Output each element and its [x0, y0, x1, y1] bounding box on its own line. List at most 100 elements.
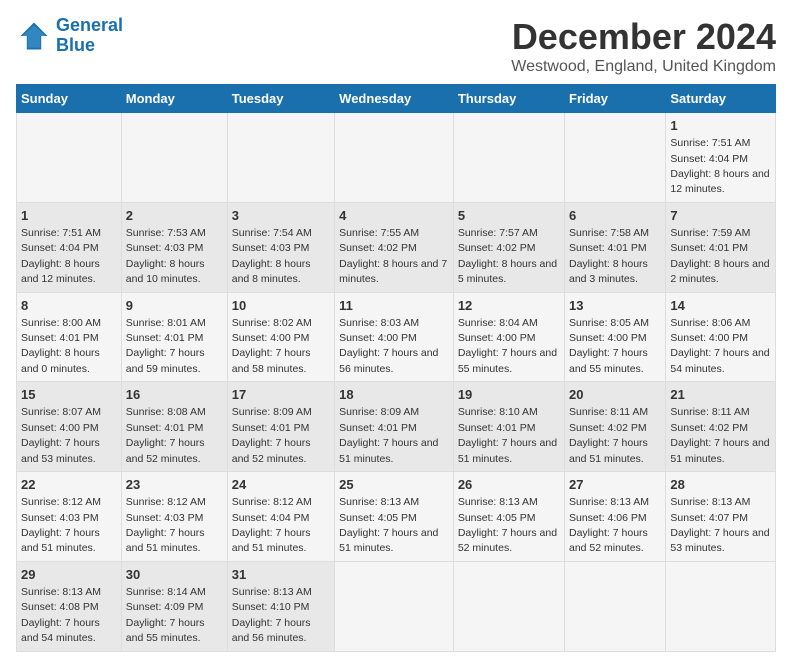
calendar-cell: 27Sunrise: 8:13 AMSunset: 4:06 PMDayligh…: [565, 472, 666, 562]
daylight: Daylight: 7 hours and 52 minutes.: [569, 527, 648, 554]
sunrise: Sunrise: 7:57 AM: [458, 227, 538, 239]
sunset: Sunset: 4:01 PM: [670, 242, 748, 254]
day-number: 1: [670, 117, 771, 135]
calendar-cell: 23Sunrise: 8:12 AMSunset: 4:03 PMDayligh…: [121, 472, 227, 562]
calendar-cell: 24Sunrise: 8:12 AMSunset: 4:04 PMDayligh…: [227, 472, 334, 562]
daylight: Daylight: 7 hours and 54 minutes.: [670, 347, 769, 374]
daylight: Daylight: 8 hours and 0 minutes.: [21, 347, 100, 374]
daylight: Daylight: 7 hours and 53 minutes.: [21, 437, 100, 464]
daylight: Daylight: 8 hours and 5 minutes.: [458, 258, 557, 285]
header-cell-saturday: Saturday: [666, 85, 776, 113]
header-cell-wednesday: Wednesday: [335, 85, 454, 113]
sunrise: Sunrise: 8:07 AM: [21, 406, 101, 418]
title-section: December 2024 Westwood, England, United …: [511, 16, 776, 76]
day-number: 5: [458, 207, 560, 225]
calendar-week-4: 22Sunrise: 8:12 AMSunset: 4:03 PMDayligh…: [17, 472, 776, 562]
day-number: 15: [21, 386, 117, 404]
day-number: 17: [232, 386, 330, 404]
daylight: Daylight: 7 hours and 51 minutes.: [670, 437, 769, 464]
header-cell-friday: Friday: [565, 85, 666, 113]
header-cell-monday: Monday: [121, 85, 227, 113]
logo-line2: Blue: [56, 35, 95, 55]
day-number: 1: [21, 207, 117, 225]
sunrise: Sunrise: 8:09 AM: [339, 406, 419, 418]
sunrise: Sunrise: 8:09 AM: [232, 406, 312, 418]
calendar-cell: 13Sunrise: 8:05 AMSunset: 4:00 PMDayligh…: [565, 292, 666, 382]
calendar-cell: 1Sunrise: 7:51 AMSunset: 4:04 PMDaylight…: [17, 202, 122, 292]
sunrise: Sunrise: 8:13 AM: [339, 496, 419, 508]
daylight: Daylight: 7 hours and 55 minutes.: [126, 617, 205, 644]
calendar-cell: [453, 113, 564, 203]
daylight: Daylight: 7 hours and 51 minutes.: [458, 437, 557, 464]
sunrise: Sunrise: 8:13 AM: [21, 586, 101, 598]
day-number: 21: [670, 386, 771, 404]
sunrise: Sunrise: 7:51 AM: [21, 227, 101, 239]
daylight: Daylight: 7 hours and 56 minutes.: [339, 347, 438, 374]
day-number: 7: [670, 207, 771, 225]
sunset: Sunset: 4:00 PM: [569, 332, 647, 344]
header: General Blue December 2024 Westwood, Eng…: [16, 16, 776, 76]
day-number: 4: [339, 207, 449, 225]
day-number: 26: [458, 476, 560, 494]
day-number: 18: [339, 386, 449, 404]
sunset: Sunset: 4:04 PM: [21, 242, 99, 254]
calendar-cell: 17Sunrise: 8:09 AMSunset: 4:01 PMDayligh…: [227, 382, 334, 472]
daylight: Daylight: 7 hours and 51 minutes.: [339, 437, 438, 464]
calendar-cell: 15Sunrise: 8:07 AMSunset: 4:00 PMDayligh…: [17, 382, 122, 472]
day-number: 29: [21, 566, 117, 584]
daylight: Daylight: 7 hours and 51 minutes.: [569, 437, 648, 464]
sunset: Sunset: 4:02 PM: [569, 422, 647, 434]
subtitle: Westwood, England, United Kingdom: [511, 58, 776, 76]
calendar-cell: 20Sunrise: 8:11 AMSunset: 4:02 PMDayligh…: [565, 382, 666, 472]
sunrise: Sunrise: 8:02 AM: [232, 317, 312, 329]
sunrise: Sunrise: 8:01 AM: [126, 317, 206, 329]
sunrise: Sunrise: 8:13 AM: [670, 496, 750, 508]
calendar-body: 1 Sunrise: 7:51 AM Sunset: 4:04 PM Daylight…: [17, 113, 776, 652]
day-number: 28: [670, 476, 771, 494]
sunset: Sunset: 4:01 PM: [339, 422, 417, 434]
logo: General Blue: [16, 16, 123, 56]
calendar-cell: 21Sunrise: 8:11 AMSunset: 4:02 PMDayligh…: [666, 382, 776, 472]
daylight: Daylight: 7 hours and 52 minutes.: [458, 527, 557, 554]
header-row: SundayMondayTuesdayWednesdayThursdayFrid…: [17, 85, 776, 113]
calendar-cell: 28Sunrise: 8:13 AMSunset: 4:07 PMDayligh…: [666, 472, 776, 562]
sunrise: Sunrise: 8:13 AM: [232, 586, 312, 598]
sunset: Sunset: 4:01 PM: [232, 422, 310, 434]
day-number: 30: [126, 566, 223, 584]
daylight: Daylight: 7 hours and 51 minutes.: [232, 527, 311, 554]
calendar-week-0: 1Sunrise: 7:51 AMSunset: 4:04 PMDaylight…: [17, 113, 776, 203]
sunrise: Sunrise: 7:54 AM: [232, 227, 312, 239]
header-cell-thursday: Thursday: [453, 85, 564, 113]
sunset: Sunset: 4:00 PM: [339, 332, 417, 344]
calendar-header: SundayMondayTuesdayWednesdayThursdayFrid…: [17, 85, 776, 113]
sunset: Sunset: 4:01 PM: [126, 332, 204, 344]
logo-text: General Blue: [56, 16, 123, 56]
daylight: Daylight: 8 hours and 8 minutes.: [232, 258, 311, 285]
daylight: Daylight: 8 hours and 2 minutes.: [670, 258, 769, 285]
daylight: Daylight: 7 hours and 56 minutes.: [232, 617, 311, 644]
header-cell-tuesday: Tuesday: [227, 85, 334, 113]
calendar-cell: 25Sunrise: 8:13 AMSunset: 4:05 PMDayligh…: [335, 472, 454, 562]
sunrise: Sunrise: 8:00 AM: [21, 317, 101, 329]
calendar-cell: 14Sunrise: 8:06 AMSunset: 4:00 PMDayligh…: [666, 292, 776, 382]
calendar-cell: 8Sunrise: 8:00 AMSunset: 4:01 PMDaylight…: [17, 292, 122, 382]
sunset: Sunset: 4:02 PM: [458, 242, 536, 254]
sunrise: Sunrise: 7:53 AM: [126, 227, 206, 239]
sunset: Sunset: 4:00 PM: [232, 332, 310, 344]
calendar-cell: [335, 113, 454, 203]
calendar-cell: 11Sunrise: 8:03 AMSunset: 4:00 PMDayligh…: [335, 292, 454, 382]
sunrise: Sunrise: 8:08 AM: [126, 406, 206, 418]
day-number: 3: [232, 207, 330, 225]
sunrise: Sunrise: 7:55 AM: [339, 227, 419, 239]
daylight: Daylight: 7 hours and 54 minutes.: [21, 617, 100, 644]
calendar-cell: 26Sunrise: 8:13 AMSunset: 4:05 PMDayligh…: [453, 472, 564, 562]
daylight: Daylight: 8 hours and 10 minutes.: [126, 258, 205, 285]
sunset: Sunset: 4:05 PM: [339, 512, 417, 524]
daylight: Daylight: 7 hours and 51 minutes.: [21, 527, 100, 554]
calendar-table: SundayMondayTuesdayWednesdayThursdayFrid…: [16, 84, 776, 652]
calendar-cell: 7Sunrise: 7:59 AMSunset: 4:01 PMDaylight…: [666, 202, 776, 292]
day-number: 11: [339, 297, 449, 315]
calendar-cell: [453, 561, 564, 651]
calendar-week-5: 29Sunrise: 8:13 AMSunset: 4:08 PMDayligh…: [17, 561, 776, 651]
sunrise: Sunrise: 8:12 AM: [126, 496, 206, 508]
